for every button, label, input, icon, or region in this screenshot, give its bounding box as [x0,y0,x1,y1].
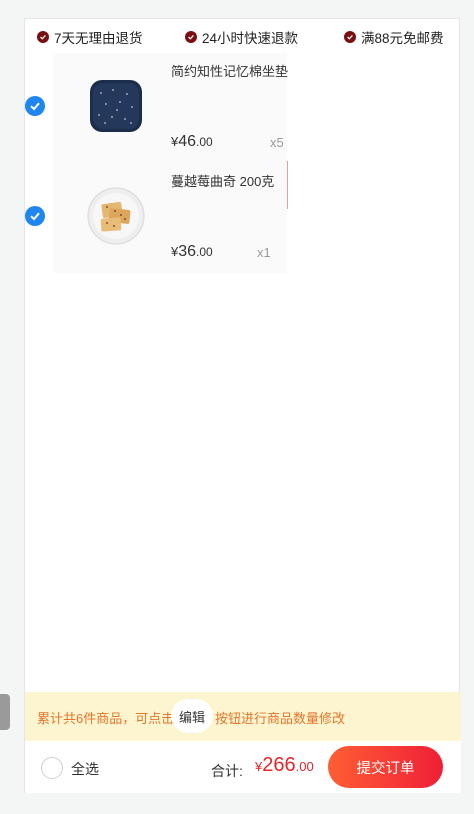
check-badge-icon [185,31,197,43]
cart-page: 7天无理由退货 24小时快速退款 满88元免邮费 简约知性记忆棉坐垫 ¥46.0… [24,18,461,793]
notice-text-after: 按钮进行商品数量修改 [215,711,346,726]
item-checkbox[interactable] [25,206,45,226]
check-icon [30,102,40,111]
item-price: ¥46.00 [171,133,213,150]
edit-button[interactable]: 编辑 [171,699,213,733]
guarantee-refund: 24小时快速退款 [185,28,298,46]
check-badge-icon [37,31,49,43]
divider [287,161,288,209]
total-amount: ¥266.00 [255,754,314,776]
side-drawer-handle[interactable] [0,694,10,730]
guarantee-return: 7天无理由退货 [37,28,143,46]
item-name: 简约知性记忆棉坐垫 [171,64,289,79]
cushion-product-image [90,80,142,132]
cookie-product-image [87,187,145,245]
service-guarantees: 7天无理由退货 24小时快速退款 满88元免邮费 [25,19,461,53]
select-all-radio[interactable] [41,757,63,779]
notice-text-before: 累计共6件商品，可点击 [37,711,175,726]
item-name: 蔓越莓曲奇 200克 [171,174,275,189]
cart-item: 简约知性记忆棉坐垫 ¥46.00 x5 [25,53,295,163]
select-all-label[interactable]: 全选 [71,759,99,779]
item-card[interactable]: 蔓越莓曲奇 200克 ¥36.00 x1 [53,163,287,273]
notice-bar: 累计共6件商品，可点击 编辑 按钮进行商品数量修改 [25,692,461,741]
total-label: 合计: [211,763,243,779]
cart-item: 蔓越莓曲奇 200克 ¥36.00 x1 [25,163,295,273]
submit-order-button[interactable]: 提交订单 [328,746,443,788]
item-quantity: x1 [257,245,271,260]
item-checkbox[interactable] [25,96,45,116]
item-quantity: x5 [270,135,284,150]
item-price: ¥36.00 [171,243,213,260]
checkout-bar: 全选 合计: ¥266.00 提交订单 [25,741,461,793]
check-icon [30,212,40,221]
check-badge-icon [344,31,356,43]
guarantee-free-shipping: 满88元免邮费 [344,28,444,46]
item-card[interactable]: 简约知性记忆棉坐垫 ¥46.00 x5 [53,53,289,163]
